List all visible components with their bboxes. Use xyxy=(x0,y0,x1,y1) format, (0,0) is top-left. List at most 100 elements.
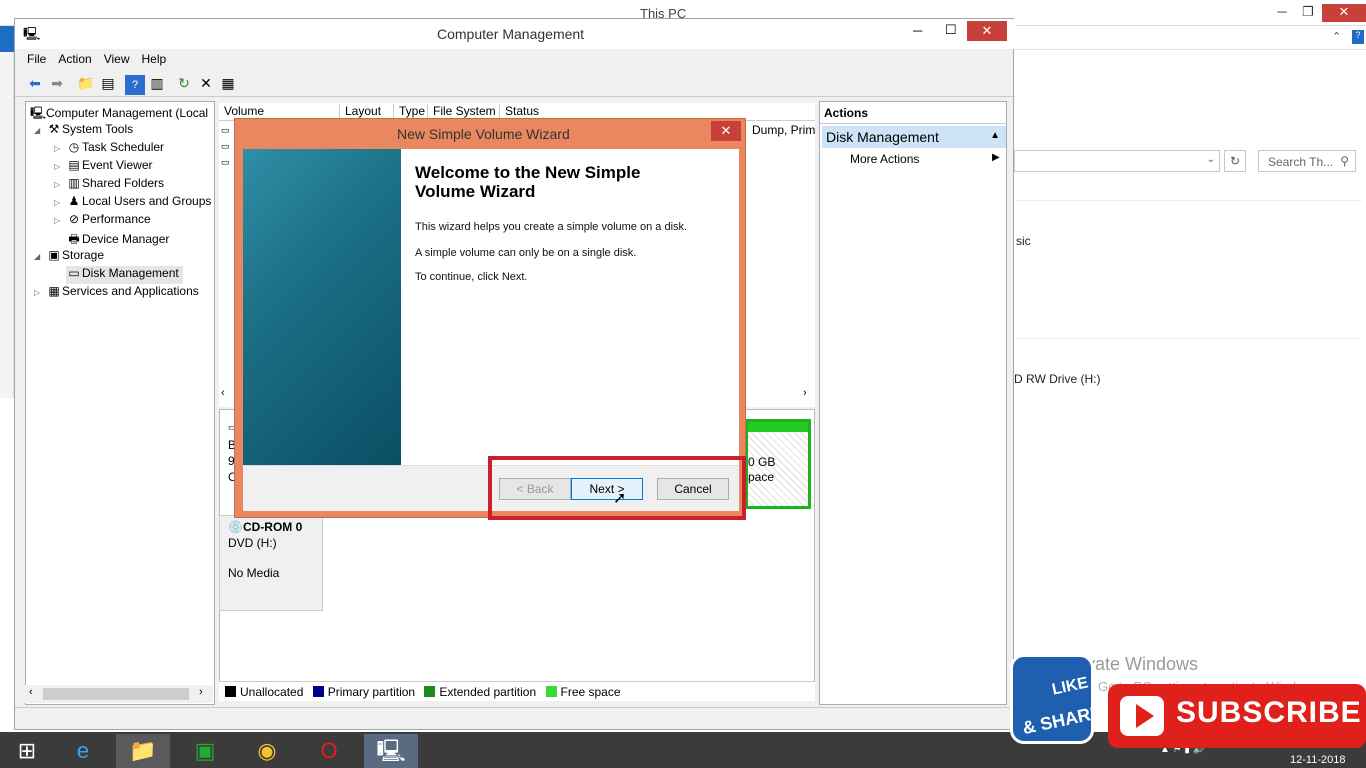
maximize-button[interactable]: ☐ xyxy=(945,22,957,38)
refresh-icon[interactable]: ↻ xyxy=(174,73,194,93)
wizard-heading: Welcome to the New Simple Volume Wizard xyxy=(415,163,641,201)
show-hide-tree-icon[interactable]: ▤ xyxy=(98,73,118,93)
bg-maximize-button[interactable]: ❐ xyxy=(1298,4,1318,22)
close-button[interactable]: ✕ xyxy=(967,21,1007,41)
help-icon[interactable]: ? xyxy=(1352,30,1364,44)
cdrom-name: 💿CD-ROM 0 xyxy=(228,520,303,534)
expanded-arrow-icon[interactable]: ◢ xyxy=(34,252,46,261)
scroll-left-icon[interactable]: ‹ xyxy=(29,686,33,698)
collapse-arrow-icon[interactable]: ▲ xyxy=(990,130,1000,141)
up-folder-icon[interactable]: 📁 xyxy=(76,73,96,93)
back-arrow-icon[interactable]: ⬅ xyxy=(25,73,45,93)
legend-swatch-unallocated xyxy=(225,686,236,697)
tree-item-system-tools[interactable]: ◢ ⚒ System Tools xyxy=(34,122,133,140)
volume-row-icon[interactable]: ▭ xyxy=(221,157,230,168)
legend-item: Extended partition xyxy=(424,685,536,699)
help-icon[interactable]: ? xyxy=(125,75,145,95)
taskbar-date[interactable]: 12-11-2018 xyxy=(1290,754,1345,766)
chrome-icon[interactable]: ◉ xyxy=(240,734,294,768)
collapsed-arrow-icon[interactable]: ▷ xyxy=(54,198,66,207)
bg-nav-highlight xyxy=(0,26,14,52)
legend-item: Unallocated xyxy=(225,685,303,699)
bg-minimize-button[interactable]: ─ xyxy=(1272,4,1292,22)
computer-management-taskbar-icon[interactable]: 🖳 xyxy=(364,734,418,768)
tree-item-storage[interactable]: ◢ ▣ Storage xyxy=(34,248,104,266)
forward-arrow-icon[interactable]: ➡ xyxy=(47,73,67,93)
status-bar xyxy=(15,707,1015,729)
wizard-titlebar: New Simple Volume Wizard ✕ xyxy=(235,119,745,149)
computer-management-icon: 🖳 xyxy=(23,26,41,41)
tree-item-task-scheduler[interactable]: ▷ ◷ Task Scheduler xyxy=(54,140,164,158)
delete-icon[interactable]: ✕ xyxy=(196,73,216,93)
menu-help[interactable]: Help xyxy=(136,49,173,66)
cdrom-disk[interactable]: 💿CD-ROM 0 DVD (H:) No Media xyxy=(219,515,323,611)
actions-header: Actions xyxy=(820,106,1006,124)
legend-swatch-free xyxy=(545,686,557,697)
legend-swatch-extended xyxy=(424,686,436,697)
bg-close-button[interactable]: ✕ xyxy=(1322,4,1366,22)
submenu-arrow-icon: ▶ xyxy=(992,152,1000,163)
cm-titlebar: 🖳 Computer Management ─ ☐ ✕ xyxy=(15,19,1015,49)
minimize-button[interactable]: ─ xyxy=(913,23,922,38)
refresh-icon[interactable]: ↻ xyxy=(1224,150,1246,172)
tree-item-services-and-applications[interactable]: ▷ ▦ Services and Applications xyxy=(34,284,199,302)
chevron-up-icon[interactable]: ⌃ xyxy=(1332,30,1341,43)
free-space-size: 0 GB xyxy=(748,455,776,469)
wizard-title: New Simple Volume Wizard xyxy=(397,126,570,142)
collapsed-arrow-icon[interactable]: ▷ xyxy=(34,288,46,297)
cd-icon: 💿 xyxy=(228,520,243,534)
legend-item: Primary partition xyxy=(312,685,415,699)
menu-bar: File Action View Help xyxy=(15,49,1015,71)
legend-swatch-primary xyxy=(312,686,324,697)
scroll-right-icon[interactable]: › xyxy=(199,686,203,698)
start-button[interactable]: ⊞ xyxy=(0,734,54,768)
collapsed-arrow-icon[interactable]: ▷ xyxy=(54,144,66,153)
collapsed-arrow-icon[interactable]: ▷ xyxy=(54,162,66,171)
opera-icon[interactable]: O xyxy=(302,734,356,768)
clock-icon: ◷ xyxy=(68,140,80,154)
menu-file[interactable]: File xyxy=(21,49,52,66)
internet-explorer-icon[interactable]: e xyxy=(56,734,110,768)
console-tree: 🖳Computer Management (Local ◢ ⚒ System Too… xyxy=(25,101,215,705)
properties-icon[interactable]: ▦ xyxy=(218,73,238,93)
bg-ribbon: ⌃ ? xyxy=(1014,26,1366,50)
bg-dvd-drive-label[interactable]: D RW Drive (H:) xyxy=(1014,372,1100,386)
tree-item-shared-folders[interactable]: ▷ ▥ Shared Folders xyxy=(54,176,164,194)
expanded-arrow-icon[interactable]: ◢ xyxy=(34,126,46,135)
actions-section-disk-management[interactable]: Disk Management ▲ xyxy=(822,126,1006,148)
store-icon[interactable]: ▣ xyxy=(178,734,232,768)
menu-action[interactable]: Action xyxy=(52,49,97,66)
tools-icon: ⚒ xyxy=(48,122,60,136)
legend-item: Free space xyxy=(545,685,621,699)
tree-item-computer-management[interactable]: 🖳Computer Management (Local xyxy=(30,104,208,122)
toolbar: ⬅ ➡ 📁 ▤? ▥ ↻ ✕ ▦ xyxy=(15,71,1015,97)
show-hide-action-pane-icon[interactable]: ▥ xyxy=(147,73,167,93)
volume-row-icon[interactable]: ▭ xyxy=(221,125,230,136)
menu-view[interactable]: View xyxy=(98,49,136,66)
free-space-bar xyxy=(748,422,808,432)
scroll-left-icon[interactable]: ‹ xyxy=(221,387,225,399)
scroll-right-icon[interactable]: › xyxy=(803,387,807,399)
services-icon: ▦ xyxy=(48,284,60,298)
chevron-down-icon[interactable]: ⌄ xyxy=(1207,154,1215,165)
more-actions-item[interactable]: More Actions ▶ xyxy=(850,152,1000,166)
collapsed-arrow-icon[interactable]: ▷ xyxy=(54,216,66,225)
actions-pane: Actions Disk Management ▲ More Actions ▶ xyxy=(819,101,1007,705)
tree-item-local-users-and-groups[interactable]: ▷ ♟ Local Users and Groups xyxy=(54,194,211,212)
legend: Unallocated Primary partition Extended p… xyxy=(219,681,815,701)
collapsed-arrow-icon[interactable]: ▷ xyxy=(54,180,66,189)
volume-row-icon[interactable]: ▭ xyxy=(221,141,230,152)
bg-nav-strip xyxy=(0,26,14,398)
tree-horizontal-scrollbar[interactable]: ‹ › xyxy=(25,685,213,703)
scroll-thumb[interactable] xyxy=(43,688,189,700)
search-input[interactable]: Search Th... ⚲ xyxy=(1258,150,1356,172)
play-triangle-icon xyxy=(1136,704,1154,728)
tree-item-device-manager[interactable]: 🖶 Device Manager xyxy=(66,230,169,248)
tree-item-disk-management[interactable]: ▭ Disk Management xyxy=(66,266,183,284)
tree-item-event-viewer[interactable]: ▷ ▤ Event Viewer xyxy=(54,158,152,176)
mouse-cursor-icon: ➚ xyxy=(613,490,627,507)
tree-item-performance[interactable]: ▷ ⊘ Performance xyxy=(54,212,151,230)
wizard-close-button[interactable]: ✕ xyxy=(711,121,741,141)
file-explorer-icon[interactable]: 📁 xyxy=(116,734,170,768)
address-bar[interactable]: ⌄ xyxy=(1014,150,1220,172)
